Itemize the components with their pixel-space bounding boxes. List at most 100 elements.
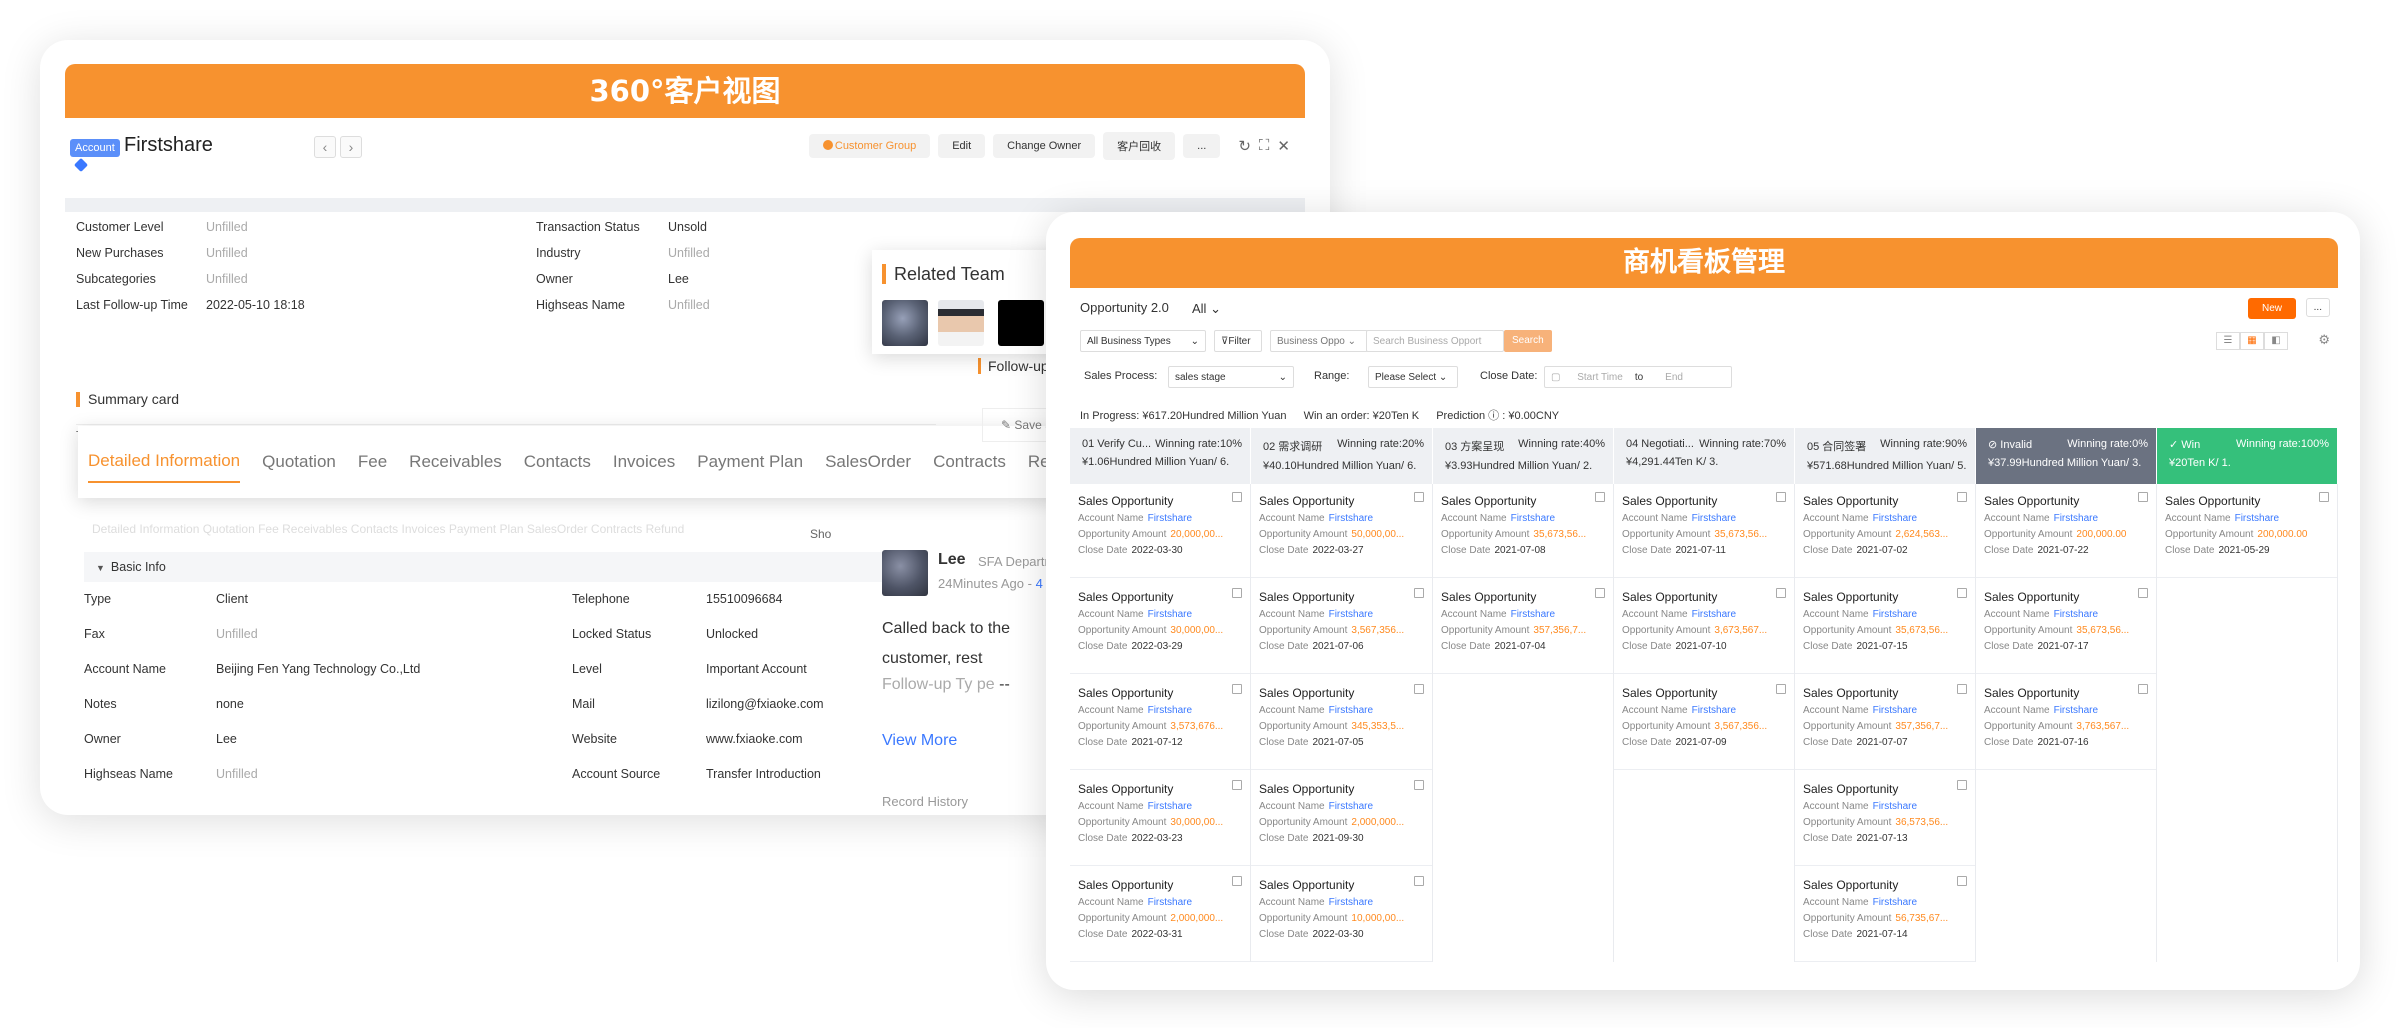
stage-header[interactable]: 02 需求调研 Winning rate:20% ¥40.10Hundred Mil… — [1251, 428, 1433, 484]
edit-icon[interactable] — [2138, 684, 2148, 694]
edit-icon[interactable] — [1414, 684, 1424, 694]
opportunity-title[interactable]: Sales Opportunity — [1622, 686, 1786, 700]
opportunity-card[interactable]: Sales Opportunity Account Name Firstshare O… — [1795, 580, 1975, 674]
account-link[interactable]: Firstshare — [2054, 513, 2098, 524]
opportunity-card[interactable]: Sales Opportunity Account Name Firstshare O… — [1614, 676, 1794, 770]
range-select[interactable]: Please Select ⌄ — [1368, 366, 1458, 388]
opportunity-title[interactable]: Sales Opportunity — [1259, 686, 1424, 700]
account-link[interactable]: Firstshare — [1148, 801, 1192, 812]
opportunity-title[interactable]: Sales Opportunity — [1441, 494, 1605, 508]
account-link[interactable]: Firstshare — [1873, 609, 1917, 620]
split-view-icon[interactable]: ◧ — [2264, 332, 2288, 350]
opportunity-card[interactable]: Sales Opportunity Account Name Firstshare O… — [1070, 484, 1250, 578]
opportunity-card[interactable]: Sales Opportunity Account Name Firstshare O… — [1251, 580, 1432, 674]
stage-header[interactable]: 03 方案呈现 Winning rate:40% ¥3.93Hundred Mill… — [1433, 428, 1614, 484]
refresh-icon[interactable]: ↻ — [1238, 137, 1251, 155]
opportunity-title[interactable]: Sales Opportunity — [1078, 782, 1242, 796]
tab-8[interactable]: Contracts — [933, 442, 1006, 482]
more-button[interactable]: ... — [2305, 298, 2330, 317]
opportunity-card[interactable]: Sales Opportunity Account Name Firstshare O… — [1251, 772, 1432, 866]
account-link[interactable]: Firstshare — [1148, 513, 1192, 524]
account-link[interactable]: Firstshare — [2235, 513, 2279, 524]
edit-icon[interactable] — [1232, 780, 1242, 790]
edit-icon[interactable] — [1957, 876, 1967, 886]
opportunity-title[interactable]: Sales Opportunity — [1803, 494, 1967, 508]
opportunity-card[interactable]: Sales Opportunity Account Name Firstshare O… — [1070, 676, 1250, 770]
opportunity-card[interactable]: Sales Opportunity Account Name Firstshare O… — [1795, 772, 1975, 866]
tab-3[interactable]: Receivables — [409, 442, 502, 482]
search-field-select[interactable]: Business Oppo ⌄ — [1270, 330, 1368, 352]
opportunity-title[interactable]: Sales Opportunity — [1622, 494, 1786, 508]
edit-icon[interactable] — [1595, 588, 1605, 598]
end-time-input[interactable]: End — [1665, 372, 1683, 383]
new-button[interactable]: New — [2247, 298, 2296, 319]
opportunity-card[interactable]: Sales Opportunity Account Name Firstshare O… — [2157, 484, 2337, 578]
opportunity-title[interactable]: Sales Opportunity — [1803, 782, 1967, 796]
account-link[interactable]: Firstshare — [1148, 705, 1192, 716]
business-type-select[interactable]: All Business Types ⌄ — [1080, 330, 1206, 352]
feed-author[interactable]: Lee — [938, 551, 966, 569]
chevron-right-icon[interactable]: › — [340, 136, 362, 158]
stage-header[interactable]: 01 Verify Cu... Winning rate:10% ¥1.06Hund… — [1070, 428, 1251, 484]
close-icon[interactable]: ✕ — [1277, 137, 1290, 155]
edit-icon[interactable] — [1414, 492, 1424, 502]
opportunity-card[interactable]: Sales Opportunity Account Name Firstshare O… — [1795, 484, 1975, 578]
tab-1[interactable]: Quotation — [262, 442, 336, 482]
opportunity-card[interactable]: Sales Opportunity Account Name Firstshare O… — [1251, 868, 1432, 962]
account-link[interactable]: Firstshare — [1692, 609, 1736, 620]
edit-icon[interactable] — [2319, 492, 2329, 502]
search-button[interactable]: Search — [1504, 330, 1552, 352]
account-link[interactable]: Firstshare — [1511, 513, 1555, 524]
account-link[interactable]: Firstshare — [1873, 705, 1917, 716]
customer-recycle-button[interactable]: 客户回收 — [1103, 132, 1176, 160]
opportunity-title[interactable]: Sales Opportunity — [1259, 590, 1424, 604]
tab-6[interactable]: Payment Plan — [697, 442, 803, 482]
stage-header[interactable]: 04 Negotiati... Winning rate:70% ¥4,291.44… — [1614, 428, 1795, 484]
more-actions-button[interactable]: ... — [1183, 134, 1221, 158]
tag-icon[interactable] — [73, 157, 89, 173]
avatar[interactable] — [882, 300, 928, 346]
edit-icon[interactable] — [1595, 492, 1605, 502]
chevron-left-icon[interactable]: ‹ — [314, 136, 336, 158]
opportunity-card[interactable]: Sales Opportunity Account Name Firstshare O… — [1070, 868, 1250, 962]
account-link[interactable]: Firstshare — [1329, 609, 1373, 620]
opportunity-title[interactable]: Sales Opportunity — [1078, 878, 1242, 892]
opportunity-card[interactable]: Sales Opportunity Account Name Firstshare O… — [1433, 484, 1613, 578]
opportunity-card[interactable]: Sales Opportunity Account Name Firstshare O… — [1433, 580, 1613, 674]
edit-icon[interactable] — [1232, 684, 1242, 694]
opportunity-card[interactable]: Sales Opportunity Account Name Firstshare O… — [1976, 484, 2156, 578]
stage-header[interactable]: ⊘ Invalid Winning rate:0% ¥37.99Hundred Mi… — [1976, 428, 2157, 484]
close-date-range[interactable]: ▢ Start Time to End — [1544, 366, 1732, 388]
opportunity-title[interactable]: Sales Opportunity — [1078, 686, 1242, 700]
edit-icon[interactable] — [2138, 588, 2148, 598]
account-link[interactable]: Firstshare — [1148, 609, 1192, 620]
account-link[interactable]: Firstshare — [1692, 705, 1736, 716]
account-link[interactable]: Firstshare — [1873, 897, 1917, 908]
opportunity-card[interactable]: Sales Opportunity Account Name Firstshare O… — [1070, 580, 1250, 674]
avatar[interactable] — [938, 300, 984, 346]
search-input[interactable]: Search Business Opport — [1366, 330, 1504, 352]
opportunity-title[interactable]: Sales Opportunity — [1078, 590, 1242, 604]
view-more-link[interactable]: View More — [882, 732, 957, 750]
edit-icon[interactable] — [1414, 780, 1424, 790]
account-link[interactable]: Firstshare — [1873, 513, 1917, 524]
edit-icon[interactable] — [1776, 684, 1786, 694]
account-link[interactable]: Firstshare — [1692, 513, 1736, 524]
tab-2[interactable]: Fee — [358, 442, 387, 482]
show-link[interactable]: Sho — [810, 527, 831, 541]
record-history-link[interactable]: Record History — [882, 794, 968, 809]
edit-icon[interactable] — [2138, 492, 2148, 502]
account-link[interactable]: Firstshare — [1329, 513, 1373, 524]
edit-icon[interactable] — [1957, 588, 1967, 598]
opportunity-title[interactable]: Sales Opportunity — [1803, 590, 1967, 604]
opportunity-title[interactable]: Sales Opportunity — [1984, 494, 2148, 508]
account-link[interactable]: Firstshare — [1873, 801, 1917, 812]
opportunity-card[interactable]: Sales Opportunity Account Name Firstshare O… — [1251, 484, 1432, 578]
account-link[interactable]: Firstshare — [2054, 609, 2098, 620]
account-link[interactable]: Firstshare — [2054, 705, 2098, 716]
opportunity-title[interactable]: Sales Opportunity — [1803, 878, 1967, 892]
filter-button[interactable]: ⊽Filter — [1214, 330, 1262, 352]
opportunity-card[interactable]: Sales Opportunity Account Name Firstshare O… — [1795, 676, 1975, 770]
opportunity-card[interactable]: Sales Opportunity Account Name Firstshare O… — [1251, 676, 1432, 770]
list-view-icon[interactable]: ☰ — [2216, 332, 2240, 350]
